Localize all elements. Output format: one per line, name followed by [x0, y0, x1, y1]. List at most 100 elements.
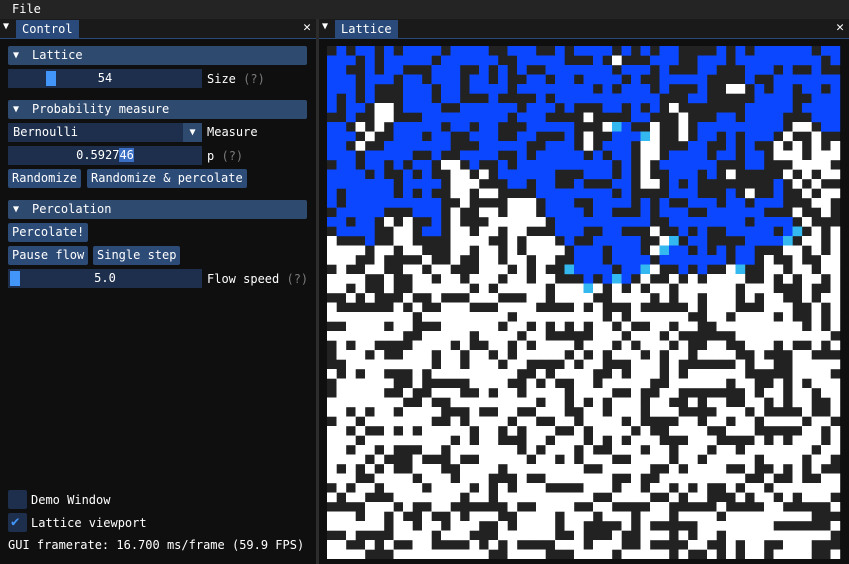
open-site — [792, 549, 803, 559]
flooded-site — [631, 236, 641, 246]
open-site — [612, 530, 622, 541]
chevron-down-icon[interactable]: ▼ — [183, 123, 202, 142]
flow-speed-help-hint[interactable]: (?) — [286, 272, 308, 286]
flooded-site — [450, 112, 461, 123]
single-step-button[interactable]: Single step — [93, 246, 181, 265]
measure-combo[interactable]: Bernoulli ▼ — [8, 123, 202, 142]
open-site — [384, 378, 394, 389]
open-site — [393, 530, 404, 541]
lattice-titlebar[interactable]: ▼ Lattice ✕ — [319, 19, 849, 39]
open-site — [716, 302, 727, 313]
flooded-site — [365, 198, 375, 208]
open-site — [450, 549, 461, 559]
flooded-site — [678, 207, 689, 218]
demo-window-checkbox[interactable] — [8, 490, 27, 509]
flooded-site — [593, 264, 603, 275]
percolate-button[interactable]: Percolate! — [8, 223, 89, 242]
open-site — [441, 359, 451, 370]
open-site — [374, 435, 385, 446]
flooded-site — [526, 55, 537, 66]
lattice-viewport-checkbox[interactable]: ✔ — [8, 513, 27, 532]
lattice-section-header[interactable]: ▼ Lattice — [8, 46, 307, 65]
flooded-site — [450, 122, 461, 132]
flooded-site — [612, 141, 622, 151]
open-site — [621, 549, 632, 559]
flooded-site — [526, 160, 537, 170]
open-site — [802, 160, 812, 170]
flooded-site — [469, 131, 480, 142]
open-site — [574, 350, 584, 360]
probability-section-header[interactable]: ▼ Probability measure — [8, 100, 307, 119]
flooded-site — [811, 103, 822, 113]
flow-speed-slider-grab[interactable] — [10, 271, 20, 286]
flooded-site — [355, 169, 366, 180]
control-titlebar[interactable]: ▼ Control ✕ — [0, 19, 316, 39]
open-site — [403, 236, 413, 246]
open-site — [479, 321, 489, 332]
flooded-site — [764, 46, 774, 56]
close-icon[interactable]: ✕ — [303, 20, 311, 35]
flooded-site — [669, 255, 679, 265]
open-site — [564, 454, 575, 465]
p-input[interactable]: 0.592746 — [8, 146, 202, 165]
flooded-site — [555, 84, 565, 94]
flooded-site — [707, 255, 717, 265]
flooded-site — [346, 131, 356, 142]
flooded-site — [412, 207, 423, 218]
flooded-site — [545, 55, 556, 66]
lattice-viewport[interactable] — [327, 46, 841, 559]
randomize-percolate-button[interactable]: Randomize & percolate — [87, 169, 247, 188]
open-site — [811, 321, 822, 332]
open-site — [450, 331, 461, 341]
percolation-section-header[interactable]: ▼ Percolation — [8, 200, 307, 219]
size-slider-grab[interactable] — [46, 71, 56, 86]
size-help-hint[interactable]: (?) — [243, 72, 265, 86]
open-site — [830, 445, 841, 455]
open-site — [669, 312, 679, 322]
flooded-site — [555, 141, 565, 151]
open-site — [403, 530, 413, 541]
flooded-site — [697, 84, 708, 94]
menu-file[interactable]: File — [12, 2, 41, 16]
flooded-site — [773, 46, 784, 56]
flooded-site — [669, 217, 679, 227]
flow-speed-slider[interactable]: 5.0 — [8, 269, 202, 288]
open-site — [526, 350, 537, 360]
open-site — [583, 445, 594, 455]
open-site — [726, 283, 736, 294]
flooded-site — [612, 255, 622, 265]
flooded-site — [678, 188, 689, 199]
open-site — [536, 407, 546, 417]
randomize-button[interactable]: Randomize — [8, 169, 82, 188]
flooded-site — [602, 226, 613, 237]
lattice-tab[interactable]: Lattice — [335, 20, 398, 38]
open-site — [507, 464, 518, 474]
close-icon[interactable]: ✕ — [836, 20, 844, 35]
open-site — [545, 454, 556, 465]
open-site — [441, 435, 451, 446]
flooded-site — [754, 217, 765, 227]
flooded-site — [422, 188, 432, 199]
flooded-site — [773, 103, 784, 113]
pause-flow-button[interactable]: Pause flow — [8, 246, 89, 265]
open-site — [688, 274, 698, 284]
open-site — [564, 445, 575, 455]
flooded-site — [574, 226, 584, 237]
open-site — [555, 502, 565, 512]
control-tab[interactable]: Control — [16, 20, 79, 38]
open-site — [431, 369, 442, 379]
open-site — [773, 388, 784, 398]
collapse-arrow-icon[interactable]: ▼ — [322, 21, 328, 32]
open-site — [802, 264, 812, 275]
flooded-site — [422, 46, 432, 56]
open-site — [659, 530, 670, 541]
size-label: Size (?) — [207, 72, 265, 86]
open-site — [593, 312, 603, 322]
open-site — [650, 435, 660, 446]
open-site — [469, 179, 480, 189]
size-slider[interactable]: 54 — [8, 69, 202, 88]
p-help-hint[interactable]: (?) — [221, 149, 243, 163]
collapse-arrow-icon[interactable]: ▼ — [3, 21, 9, 32]
flooded-site — [517, 141, 527, 151]
open-site — [726, 274, 736, 284]
